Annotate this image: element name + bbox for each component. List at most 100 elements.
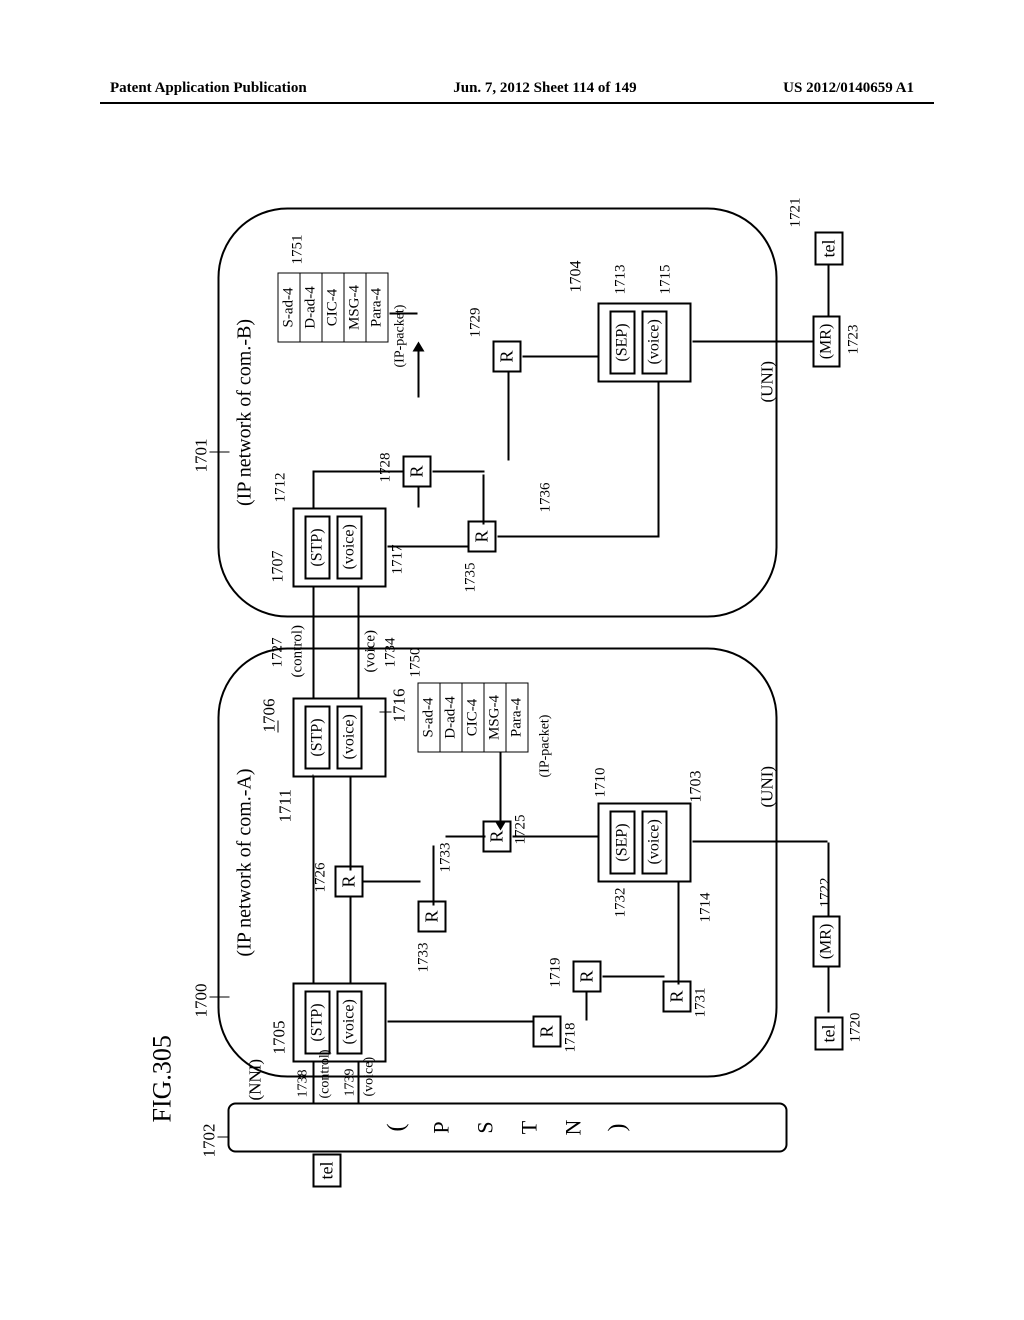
router-1735: R (467, 520, 496, 552)
arrow-1751 (417, 350, 419, 398)
pkt-a-f5: Para-4 (505, 683, 528, 753)
link-mr-tel-a (827, 968, 829, 1013)
uni-b-label: (UNI) (757, 361, 777, 403)
tel-1720: tel (814, 1017, 843, 1051)
ref-1721: 1721 (787, 198, 804, 228)
voice-1705: (voice) (336, 991, 362, 1055)
nni-label: (NNI) (245, 1059, 265, 1101)
sep-1710: (SEP) (609, 811, 635, 875)
figure-rotated-wrap: FIG.305 ( P S T N ) tel 1702 (IP network… (10, 256, 1024, 1090)
mr-1723: (MR) (812, 316, 840, 368)
link-a-r1726a (349, 898, 351, 983)
node-1707: (STP) (voice) (292, 508, 386, 588)
voice-1715: (voice) (641, 311, 667, 375)
voice-1714: (voice) (641, 811, 667, 875)
stp-1711: (STP) (304, 706, 330, 770)
leader-1701 (209, 452, 229, 453)
ref-1738: 1738 (295, 1070, 311, 1098)
ref-1711: 1711 (275, 789, 295, 822)
ref-1734: 1734 (382, 638, 399, 668)
node-1703: (SEP) (voice) (597, 803, 691, 883)
arrow-1751-v (389, 313, 417, 315)
ref-1722: 1722 (817, 878, 834, 908)
voice-nni-label: (voice) (361, 1057, 377, 1097)
link-uni-b (692, 341, 812, 343)
ref-1713: 1713 (612, 265, 629, 295)
pkt-b-f2: D-ad-4 (299, 273, 321, 343)
control-nni-label: (control) (317, 1050, 333, 1099)
leader-1716 (379, 712, 391, 713)
link-a-h1 (585, 991, 587, 1021)
header-rule (100, 102, 934, 104)
page-header: Patent Application Publication Jun. 7, 2… (0, 80, 1024, 97)
router-1728: R (402, 455, 431, 487)
ref-1701: 1701 (191, 439, 211, 473)
header-right: US 2012/0140659 A1 (783, 80, 914, 97)
link-b-h3 (657, 383, 659, 538)
tel-1721: tel (814, 232, 843, 266)
link-a-v2 (362, 881, 420, 883)
link-b-h2 (507, 373, 509, 461)
uni-a-label: (UNI) (757, 766, 777, 808)
voice-1734-label: (voice) (362, 630, 379, 672)
tel-pstn: tel (312, 1154, 341, 1188)
ref-1751: 1751 (289, 235, 306, 265)
voice-1716: (voice) (336, 706, 362, 770)
ref-1704: 1704 (567, 261, 585, 293)
pstn-letter-n: N (560, 1120, 586, 1136)
router-1731: R (662, 980, 691, 1012)
pkt-b-f1: S-ad-4 (277, 273, 299, 343)
ref-1705: 1705 (269, 1021, 289, 1055)
ref-1739: 1739 (342, 1069, 358, 1097)
link-a-v5 (602, 976, 664, 978)
link-a-v4 (512, 836, 597, 838)
mr-1722: (MR) (812, 916, 840, 968)
ref-1733b: 1733 (437, 843, 454, 873)
leader-1706 (277, 721, 278, 733)
link-a-h2 (432, 846, 434, 906)
figure-305: FIG.305 ( P S T N ) tel 1702 (IP network… (117, 173, 917, 1173)
header-left: Patent Application Publication (110, 80, 307, 97)
header-center: Jun. 7, 2012 Sheet 114 of 149 (453, 80, 636, 97)
ref-1726: 1726 (312, 863, 329, 893)
pkt-a-f3: CIC-4 (461, 683, 483, 753)
ref-1731: 1731 (692, 988, 709, 1018)
node-1705: (STP) (voice) (292, 983, 386, 1063)
link-control-1727 (312, 588, 314, 698)
leader-1702 (217, 1137, 229, 1138)
pkt-a-f2: D-ad-4 (439, 683, 461, 753)
ref-1750: 1750 (407, 648, 424, 678)
stp-1712: (STP) (304, 516, 330, 580)
ref-1715: 1715 (657, 265, 674, 295)
node-1706: (STP) (voice) (292, 698, 386, 778)
link-a-r1726b (349, 778, 351, 871)
ref-1736: 1736 (537, 483, 554, 513)
ref-1735: 1735 (462, 563, 479, 593)
ref-1723: 1723 (845, 325, 862, 355)
ref-1702: 1702 (199, 1124, 219, 1158)
ref-1732: 1732 (612, 888, 629, 918)
pkt-a-f4: MSG-4 (483, 683, 505, 753)
link-b-v4 (497, 536, 657, 538)
pstn-paren-close: ) (604, 1124, 631, 1132)
ref-1717: 1717 (389, 545, 406, 575)
pstn-network: ( P S T N ) (227, 1103, 787, 1153)
ref-1716: 1716 (389, 689, 409, 723)
ref-1714: 1714 (697, 893, 714, 923)
ref-1718: 1718 (562, 1023, 579, 1053)
sep-1713: (SEP) (609, 311, 635, 375)
ip-packet-1751: S-ad-4 D-ad-4 CIC-4 MSG-4 Para-4 (277, 273, 388, 343)
stp-1705: (STP) (304, 991, 330, 1055)
control-1727-label: (control) (289, 625, 306, 677)
link-mr-tel-b (827, 266, 829, 316)
link-a-v3 (445, 836, 485, 838)
pstn-letter-p: P (428, 1121, 454, 1133)
pkt-b-f4: MSG-4 (343, 273, 365, 343)
pstn-paren-open: ( (383, 1124, 410, 1132)
figure-title: FIG.305 (147, 1035, 177, 1122)
link-b-v1 (387, 546, 469, 548)
voice-1717: (voice) (336, 516, 362, 580)
ip-packet-a-caption: (IP-packet) (537, 715, 553, 778)
pstn-letter-s: S (472, 1121, 498, 1133)
ref-1733: 1733 (415, 943, 432, 973)
